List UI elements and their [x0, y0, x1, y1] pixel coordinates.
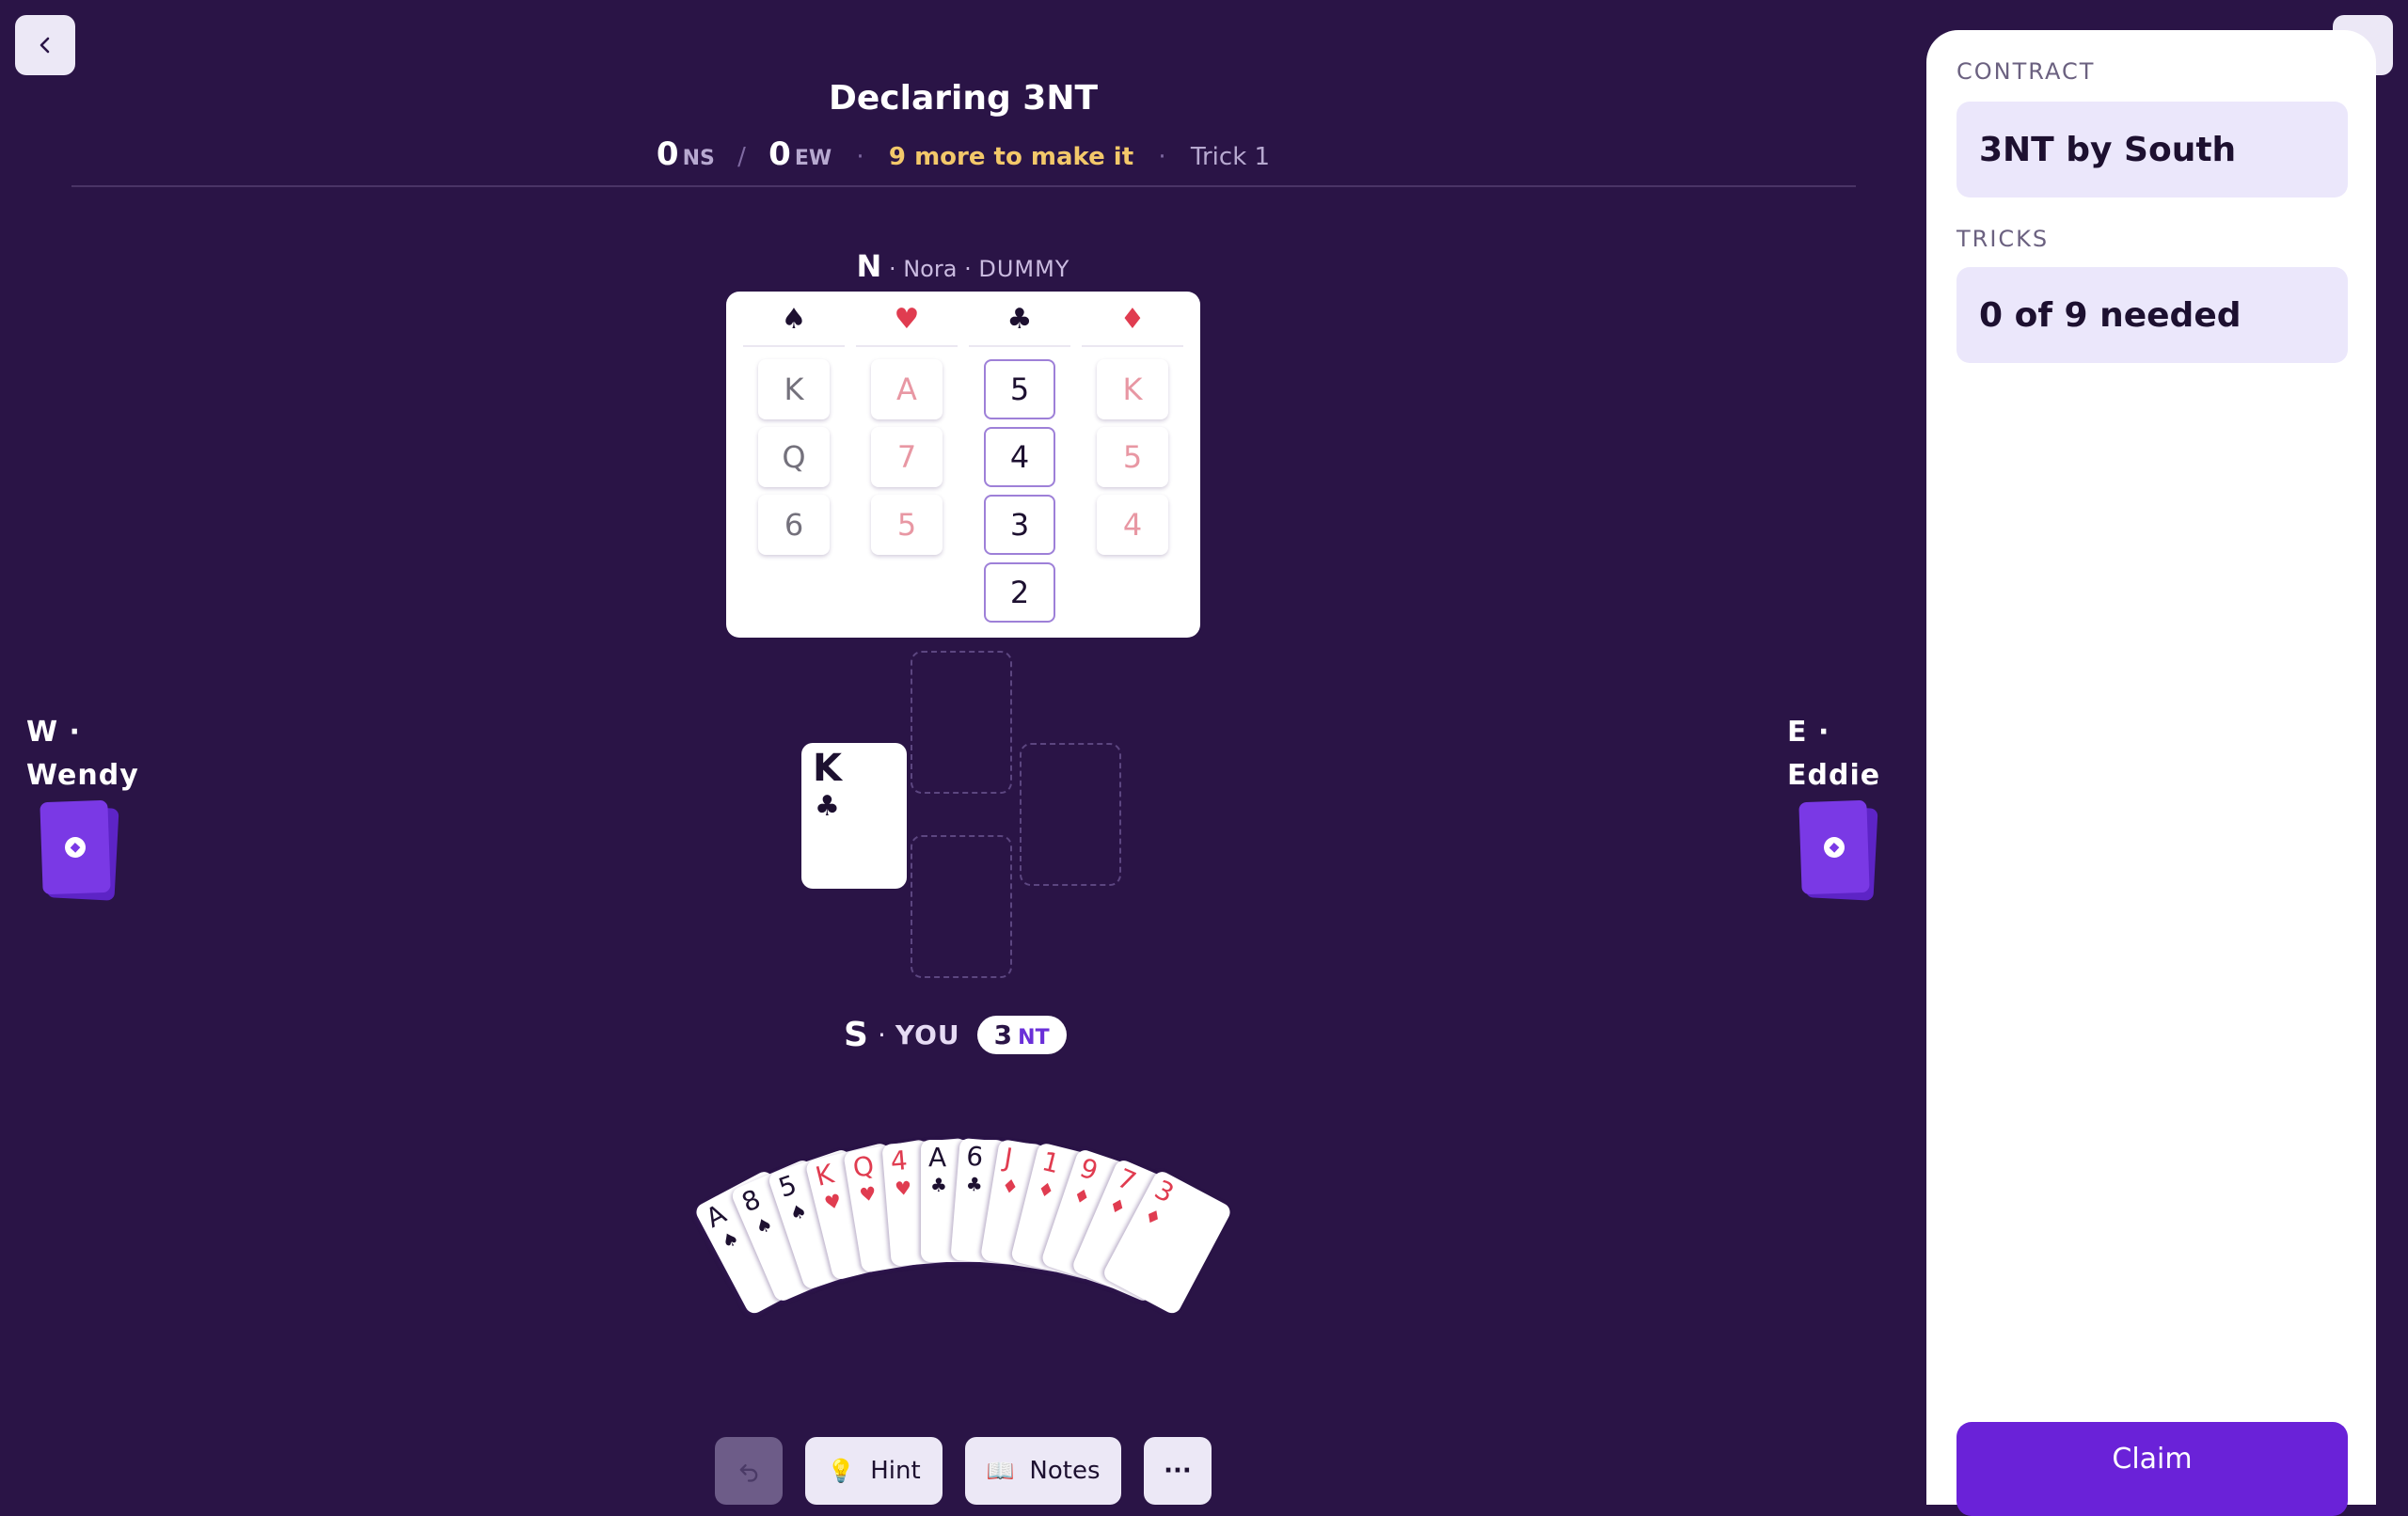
card-rank: 9	[1075, 1152, 1102, 1188]
south-player-label: S · YOU 3 NT	[844, 1016, 1067, 1054]
hint-label: Hint	[870, 1457, 921, 1485]
diamond-icon: ♦	[1119, 303, 1146, 336]
contract-level: 3	[993, 1019, 1013, 1050]
dummy-card-heart-A: A	[871, 359, 943, 419]
ns-score: 0	[656, 135, 679, 173]
notes-button[interactable]: 📖 Notes	[965, 1437, 1121, 1505]
west-player: W · Wendy	[26, 711, 139, 797]
dummy-card-spade-Q: Q	[758, 427, 830, 487]
north-name: Nora	[903, 256, 958, 282]
dummy-card-club-3[interactable]: 3	[984, 495, 1055, 555]
dummy-card-heart-7: 7	[871, 427, 943, 487]
spade-icon: ♠	[781, 303, 807, 336]
south-name: YOU	[895, 1019, 960, 1050]
south-trick-slot	[911, 835, 1012, 978]
card-rank: 5	[774, 1169, 800, 1205]
contract-value: 3NT by South	[1956, 102, 2348, 197]
contract-badge: 3 NT	[976, 1016, 1067, 1054]
east-card-stack: ◆	[1798, 799, 1878, 901]
page-title: Declaring 3NT	[828, 79, 1099, 118]
trick-number: Trick 1	[1190, 143, 1271, 171]
north-player-label: N · Nora · DUMMY	[856, 248, 1070, 284]
card-rank: K	[812, 1158, 837, 1193]
card-suit-icon: ♥	[894, 1176, 913, 1201]
card-rank: Q	[850, 1149, 877, 1184]
notes-label: Notes	[1029, 1457, 1101, 1485]
claim-button[interactable]: Claim	[1956, 1422, 2348, 1516]
north-seat: N	[856, 248, 882, 284]
card-suit-icon: ♦	[1069, 1183, 1094, 1210]
dummy-card-diamond-K: K	[1097, 359, 1168, 419]
card-suit-icon: ♠	[786, 1198, 810, 1226]
ew-score: 0	[768, 135, 791, 173]
card-suit-icon: ♠	[717, 1225, 743, 1255]
undo-icon	[739, 1464, 758, 1482]
east-name: Eddie	[1787, 759, 1881, 792]
card-suit-icon: ♦	[1000, 1173, 1021, 1199]
west-seat: W	[26, 716, 59, 749]
card-rank: 7	[1113, 1161, 1141, 1197]
tricks-heading: TRICKS	[1956, 226, 2050, 252]
dummy-hand: ♠ K Q 6 ♥ A 7 5 ♣ 5 4 3 2 ♦ K 5 4	[726, 292, 1200, 638]
card-suit-icon: ♦	[1035, 1176, 1057, 1204]
chevron-left-icon	[40, 37, 50, 54]
info-panel: CONTRACT 3NT by South TRICKS 0 of 9 need…	[1926, 30, 2376, 1505]
west-played-card: K ♣	[801, 743, 907, 889]
card-suit-icon: ♣	[930, 1174, 947, 1196]
lightbulb-icon: 💡	[827, 1458, 856, 1484]
dummy-card-diamond-4: 4	[1097, 495, 1168, 555]
tricks-to-make: 9 more to make it	[888, 143, 1134, 171]
played-card-rank: K	[813, 747, 842, 790]
east-player: E · Eddie	[1787, 711, 1880, 797]
card-suit-icon: ♣	[964, 1172, 984, 1196]
card-back-logo-icon: ◆	[64, 836, 87, 859]
score-bar: 0 NS / 0 EW · 9 more to make it · Trick 1	[656, 135, 1271, 173]
header-divider	[71, 185, 1856, 187]
club-icon: ♣	[815, 790, 840, 823]
heart-icon: ♥	[894, 303, 920, 336]
club-icon: ♣	[1006, 303, 1033, 336]
more-icon: ···	[1164, 1457, 1192, 1485]
card-back-logo-icon: ◆	[1823, 836, 1846, 859]
west-name: Wendy	[26, 759, 139, 792]
dummy-card-spade-6: 6	[758, 495, 830, 555]
more-button[interactable]: ···	[1144, 1437, 1212, 1505]
east-trick-slot	[1020, 743, 1121, 886]
back-button[interactable]	[15, 15, 75, 75]
card-rank: 6	[965, 1140, 985, 1173]
tricks-value: 0 of 9 needed	[1956, 267, 2348, 363]
dummy-card-spade-K: K	[758, 359, 830, 419]
card-suit-icon: ♥	[857, 1181, 879, 1207]
east-seat: E	[1787, 716, 1808, 749]
dummy-card-club-2[interactable]: 2	[984, 562, 1055, 623]
card-rank: A	[928, 1142, 947, 1173]
west-card-stack: ◆	[40, 799, 119, 901]
north-trick-slot	[911, 651, 1012, 794]
card-rank: J	[1002, 1141, 1015, 1174]
ns-label: NS	[682, 147, 715, 170]
book-icon: 📖	[986, 1458, 1015, 1484]
card-rank: 8	[737, 1182, 766, 1219]
contract-strain: NT	[1018, 1026, 1050, 1050]
card-rank: 4	[889, 1145, 909, 1177]
dummy-card-club-5[interactable]: 5	[984, 359, 1055, 419]
contract-heading: CONTRACT	[1956, 58, 2096, 85]
dummy-card-diamond-5: 5	[1097, 427, 1168, 487]
north-role: DUMMY	[978, 256, 1070, 282]
card-rank: 1	[1038, 1145, 1063, 1180]
card-suit-icon: ♥	[821, 1189, 845, 1215]
undo-button[interactable]	[715, 1437, 783, 1505]
score-separator: /	[737, 143, 746, 171]
hint-button[interactable]: 💡 Hint	[805, 1437, 943, 1505]
dummy-card-heart-5: 5	[871, 495, 943, 555]
ew-label: EW	[794, 147, 832, 170]
south-seat: S	[844, 1016, 868, 1054]
dummy-card-club-4[interactable]: 4	[984, 427, 1055, 487]
